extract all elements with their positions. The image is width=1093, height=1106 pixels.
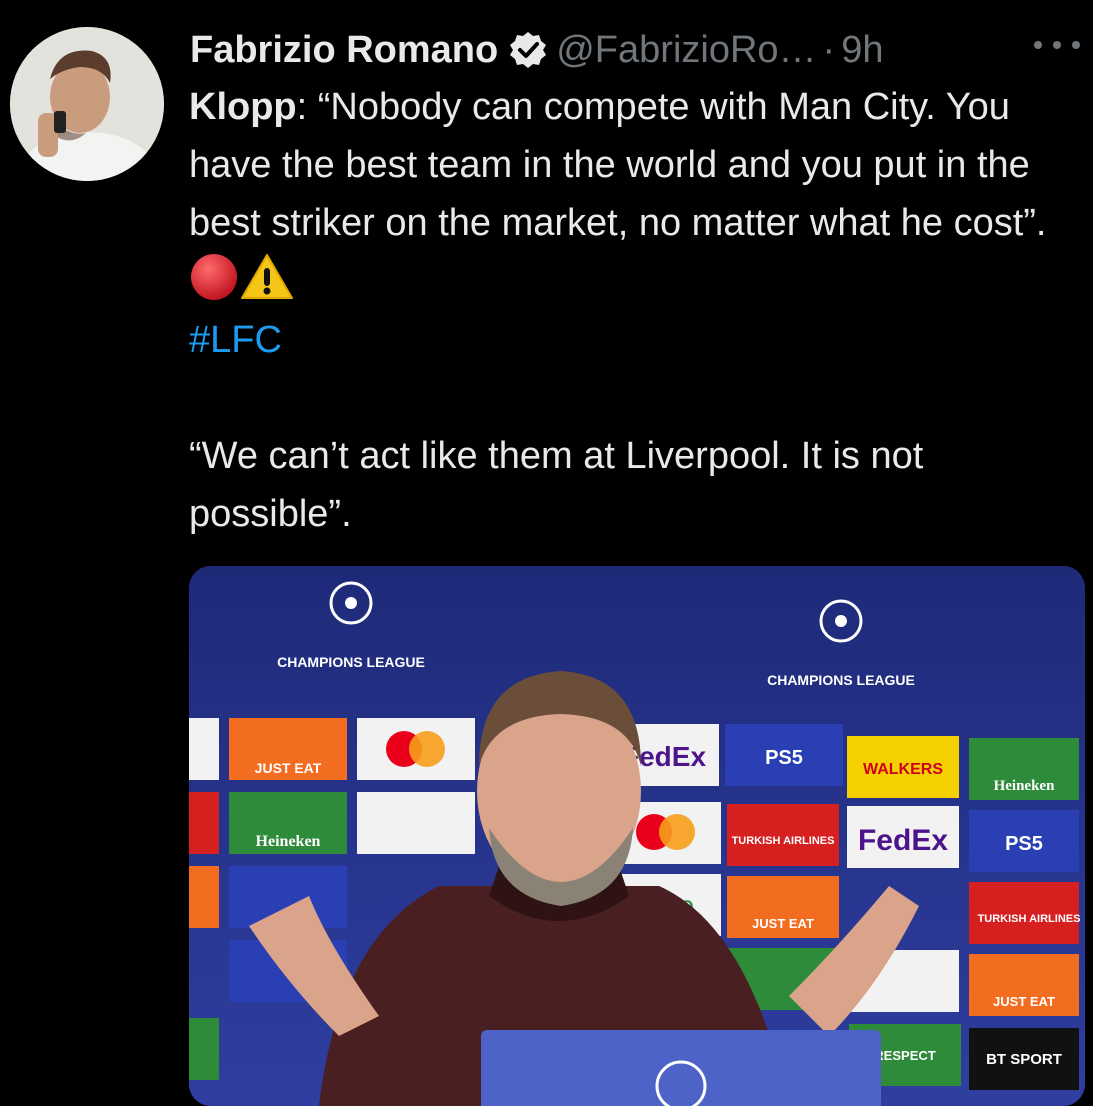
avatar-image bbox=[10, 27, 164, 181]
tweet-speaker: Klopp bbox=[189, 86, 297, 128]
svg-text:Heineken: Heineken bbox=[994, 778, 1055, 794]
red-circle-emoji bbox=[189, 252, 239, 302]
tweet-media-image[interactable]: CHAMPIONS LEAGUE CHAMPIONS LEAGUE JUST E… bbox=[189, 566, 1085, 1106]
separator-dot: · bbox=[822, 28, 836, 71]
svg-text:PS5: PS5 bbox=[1005, 833, 1043, 855]
tweet-header: Fabrizio Romano @FabrizioRo… · 9h bbox=[190, 22, 883, 78]
author-handle[interactable]: @FabrizioRo… bbox=[556, 29, 816, 72]
svg-text:BT SPORT: BT SPORT bbox=[986, 1051, 1062, 1068]
svg-text:PS5: PS5 bbox=[765, 747, 803, 769]
svg-text:RESPECT: RESPECT bbox=[874, 1048, 935, 1063]
avatar[interactable] bbox=[10, 27, 164, 181]
tweet-quote: : “Nobody can compete with Man City. You… bbox=[189, 86, 1047, 244]
svg-text:Heineken: Heineken bbox=[256, 833, 321, 850]
svg-text:JUST EAT: JUST EAT bbox=[255, 760, 322, 776]
svg-text:CHAMPIONS LEAGUE: CHAMPIONS LEAGUE bbox=[767, 672, 915, 688]
tweet-paragraph-2: “We can’t act like them at Liverpool. It… bbox=[189, 435, 924, 535]
warning-emoji bbox=[239, 252, 293, 302]
svg-text:JUST EAT: JUST EAT bbox=[752, 916, 814, 931]
svg-text:FedEx: FedEx bbox=[858, 824, 948, 857]
svg-text:JUST EAT: JUST EAT bbox=[993, 994, 1055, 1009]
svg-text:CHAMPIONS LEAGUE: CHAMPIONS LEAGUE bbox=[277, 654, 425, 670]
tweet-timestamp[interactable]: 9h bbox=[841, 29, 883, 72]
more-options-icon[interactable] bbox=[1034, 32, 1080, 58]
verified-badge-icon bbox=[508, 30, 548, 70]
svg-text:TURKISH AIRLINES: TURKISH AIRLINES bbox=[978, 913, 1081, 925]
hashtag-lfc[interactable]: #LFC bbox=[189, 319, 282, 361]
author-name[interactable]: Fabrizio Romano bbox=[190, 29, 498, 72]
svg-text:WALKERS: WALKERS bbox=[863, 761, 943, 778]
tweet-text: Klopp: “Nobody can compete with Man City… bbox=[189, 78, 1089, 543]
svg-text:TURKISH AIRLINES: TURKISH AIRLINES bbox=[732, 835, 835, 847]
